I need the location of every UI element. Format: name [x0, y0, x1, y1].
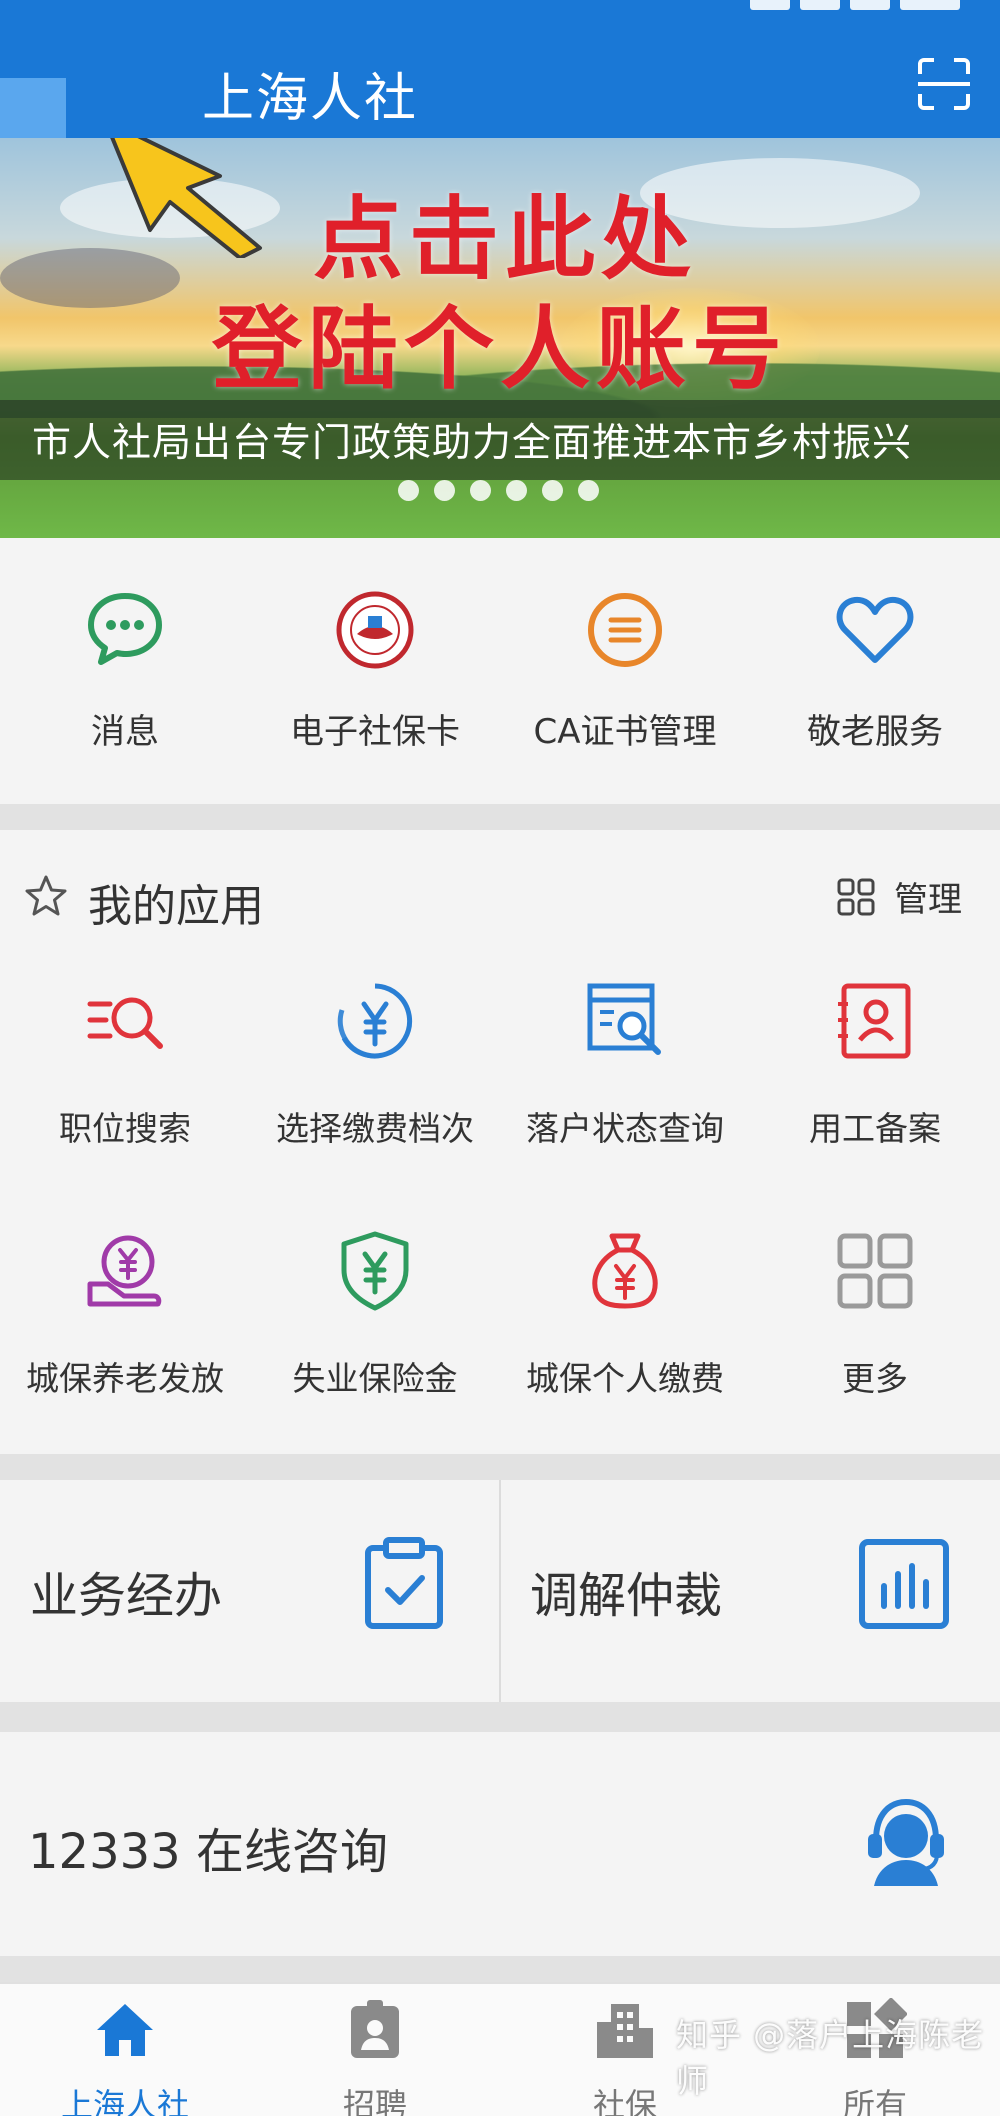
tab-label: 招聘	[342, 2086, 407, 2116]
app-item-label: 城保养老发放	[26, 1359, 224, 1398]
building-icon	[597, 2004, 653, 2058]
app-item-unemployment-benefit[interactable]: 失业保险金	[250, 1230, 500, 1400]
mediation-arbitration-title: 调解仲裁	[530, 1568, 723, 1624]
manage-button[interactable]: 管理	[836, 872, 962, 921]
app-item-personal-contribution[interactable]: 城保个人缴费	[500, 1230, 750, 1400]
app-title: 上海人社	[202, 69, 419, 129]
app-header: 上海人社	[0, 20, 1000, 142]
scan-icon[interactable]	[916, 56, 972, 112]
watermark: 知乎 @落户上海陈老师	[676, 2016, 985, 2100]
status-bar	[0, 0, 1000, 20]
app-item-label: 失业保险金	[292, 1359, 458, 1398]
banner-dot[interactable]	[578, 480, 599, 501]
mediation-arbitration-card[interactable]: 调解仲裁	[500, 1480, 1000, 1702]
clipboard-check-icon	[365, 1537, 443, 1629]
banner-dot[interactable]	[434, 480, 455, 501]
app-item-settlement-status[interactable]: 落户状态查询	[500, 980, 750, 1150]
quick-item-ca-certificate[interactable]: CA证书管理	[500, 590, 750, 753]
job-search-icon	[87, 997, 163, 1049]
tab-recruitment[interactable]: 招聘	[250, 1998, 500, 2116]
login-avatar-button[interactable]	[0, 78, 66, 142]
banner-dot[interactable]	[506, 480, 527, 501]
banner-dot[interactable]	[542, 480, 563, 501]
banner-dot[interactable]	[470, 480, 491, 501]
bar-chart-icon	[859, 1539, 949, 1629]
list-circle-icon	[588, 593, 662, 667]
section-separator	[0, 1702, 1000, 1732]
document-search-icon	[587, 983, 661, 1055]
app-item-employment-record[interactable]: 用工备案	[750, 980, 1000, 1150]
home-icon	[97, 2004, 153, 2056]
quick-item-label: 电子社保卡	[290, 712, 460, 752]
heart-icon	[836, 596, 914, 663]
app-item-label: 用工备案	[809, 1109, 941, 1148]
my-apps-title: 我的应用	[88, 881, 264, 932]
online-consult-card[interactable]: 12333 在线咨询	[0, 1732, 1000, 1956]
employee-card-icon	[838, 983, 911, 1059]
app-item-label: 落户状态查询	[526, 1109, 724, 1148]
app-item-label: 选择缴费档次	[276, 1109, 474, 1148]
money-bag-icon	[592, 1233, 658, 1309]
quick-item-label: 消息	[91, 712, 159, 752]
my-apps-section: 我的应用 管理 职位搜索 选择缴费档次 落户状态查询 用工备案 城保养老发放 失…	[0, 830, 1000, 1454]
quick-actions: 消息 电子社保卡 CA证书管理 敬老服务	[0, 538, 1000, 804]
quick-item-label: CA证书管理	[533, 712, 717, 752]
yuan-hand-icon	[87, 1235, 162, 1307]
tab-home[interactable]: 上海人社	[0, 1998, 250, 2116]
banner-pagination	[398, 480, 614, 504]
grid-icon	[837, 878, 875, 915]
app-item-label: 城保个人缴费	[526, 1359, 724, 1398]
headset-agent-icon	[868, 1798, 944, 1886]
app-item-payment-level[interactable]: 选择缴费档次	[250, 980, 500, 1150]
app-item-pension-payout[interactable]: 城保养老发放	[0, 1230, 250, 1400]
quick-item-messages[interactable]: 消息	[0, 590, 250, 753]
business-handling-card[interactable]: 业务经办	[0, 1480, 500, 1702]
manage-label: 管理	[894, 880, 962, 920]
tab-label: 上海人社	[60, 2086, 189, 2116]
star-icon	[25, 875, 67, 916]
app-item-label: 职位搜索	[59, 1109, 191, 1148]
app-item-job-search[interactable]: 职位搜索	[0, 980, 250, 1150]
online-consult-title: 12333 在线咨询	[28, 1824, 388, 1880]
business-handling-title: 业务经办	[30, 1568, 223, 1624]
banner-dot[interactable]	[398, 480, 419, 501]
news-banner[interactable]: 点击此处 登陆个人账号 市人社局出台专门政策助力全面推进本市乡村振兴	[0, 138, 1000, 538]
grid-more-icon	[837, 1233, 913, 1309]
app-item-label: 更多	[842, 1359, 908, 1398]
services-section: 业务经办 调解仲裁	[0, 1480, 1000, 1702]
banner-caption: 市人社局出台专门政策助力全面推进本市乡村振兴	[32, 421, 913, 466]
section-separator	[0, 1454, 1000, 1480]
section-separator	[0, 804, 1000, 830]
banner-promo-line2: 登陆个人账号	[212, 297, 788, 402]
app-item-more[interactable]: 更多	[750, 1230, 1000, 1400]
quick-item-social-security-card[interactable]: 电子社保卡	[250, 590, 500, 753]
badge-icon	[351, 2000, 399, 2058]
chat-bubble-icon	[88, 593, 162, 665]
quick-item-elderly-services[interactable]: 敬老服务	[750, 590, 1000, 753]
section-separator	[0, 1956, 1000, 1982]
quick-item-label: 敬老服务	[807, 712, 943, 752]
status-icons	[740, 0, 960, 12]
yuan-cycle-icon	[337, 983, 413, 1059]
social-security-card-icon	[336, 591, 414, 669]
yuan-shield-icon	[341, 1231, 409, 1311]
